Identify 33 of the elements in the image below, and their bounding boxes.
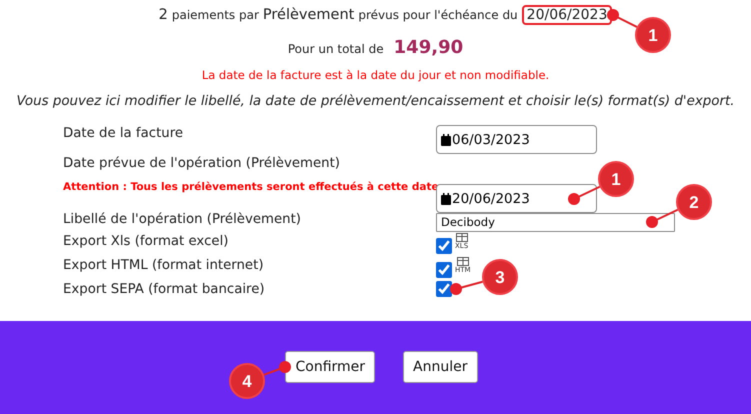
field-label: Export SEPA (format bancaire)	[63, 281, 266, 298]
export-checkbox[interactable]	[436, 262, 452, 278]
summary-text: prévus pour l'échéance du	[358, 8, 518, 22]
export-checkbox[interactable]	[436, 238, 452, 254]
confirm-button[interactable]: Confirmer	[285, 351, 376, 383]
export-checkbox[interactable]	[436, 281, 452, 297]
callout-badge: 1	[598, 160, 634, 196]
leader-line	[450, 280, 483, 295]
calendar-icon	[441, 192, 451, 204]
intro-text: Vous pouvez ici modifier le libellé, la date de prélèvement/encaissement et choisir le(s) format(s) d'export.	[16, 94, 736, 109]
leader-line	[264, 361, 292, 376]
date-field[interactable]: 06/03/2023	[436, 125, 597, 154]
callout-badge: 2	[676, 184, 712, 220]
callout-badge: 4	[229, 363, 266, 399]
cancel-button[interactable]: Annuler	[403, 351, 478, 383]
callout-badge: 1	[635, 17, 672, 53]
total-amount: 149,90	[394, 37, 464, 58]
payment-count: 2	[158, 7, 168, 23]
field-label: Export Xls (format excel)	[63, 233, 230, 250]
leader-line	[646, 208, 678, 228]
calendar-icon	[441, 134, 451, 146]
total-label: Pour un total de	[288, 42, 384, 56]
warning-text: La date de la facture est à la date du jour et non modifiable.	[200, 68, 550, 82]
callout-badge: 3	[482, 259, 518, 295]
summary-text: paiements par	[172, 8, 259, 22]
payment-method: Prélèvement	[262, 7, 354, 23]
leader-line	[568, 185, 600, 204]
field-label: Date prévue de l'opération (Prélèvement)	[63, 155, 341, 172]
field-label: Export HTML (format internet)	[63, 257, 265, 274]
table-icon	[456, 257, 469, 266]
table-icon	[456, 233, 468, 242]
field-label: Libellé de l'opération (Prélèvement)	[63, 211, 302, 228]
field-label: Date de la facture	[63, 125, 184, 142]
